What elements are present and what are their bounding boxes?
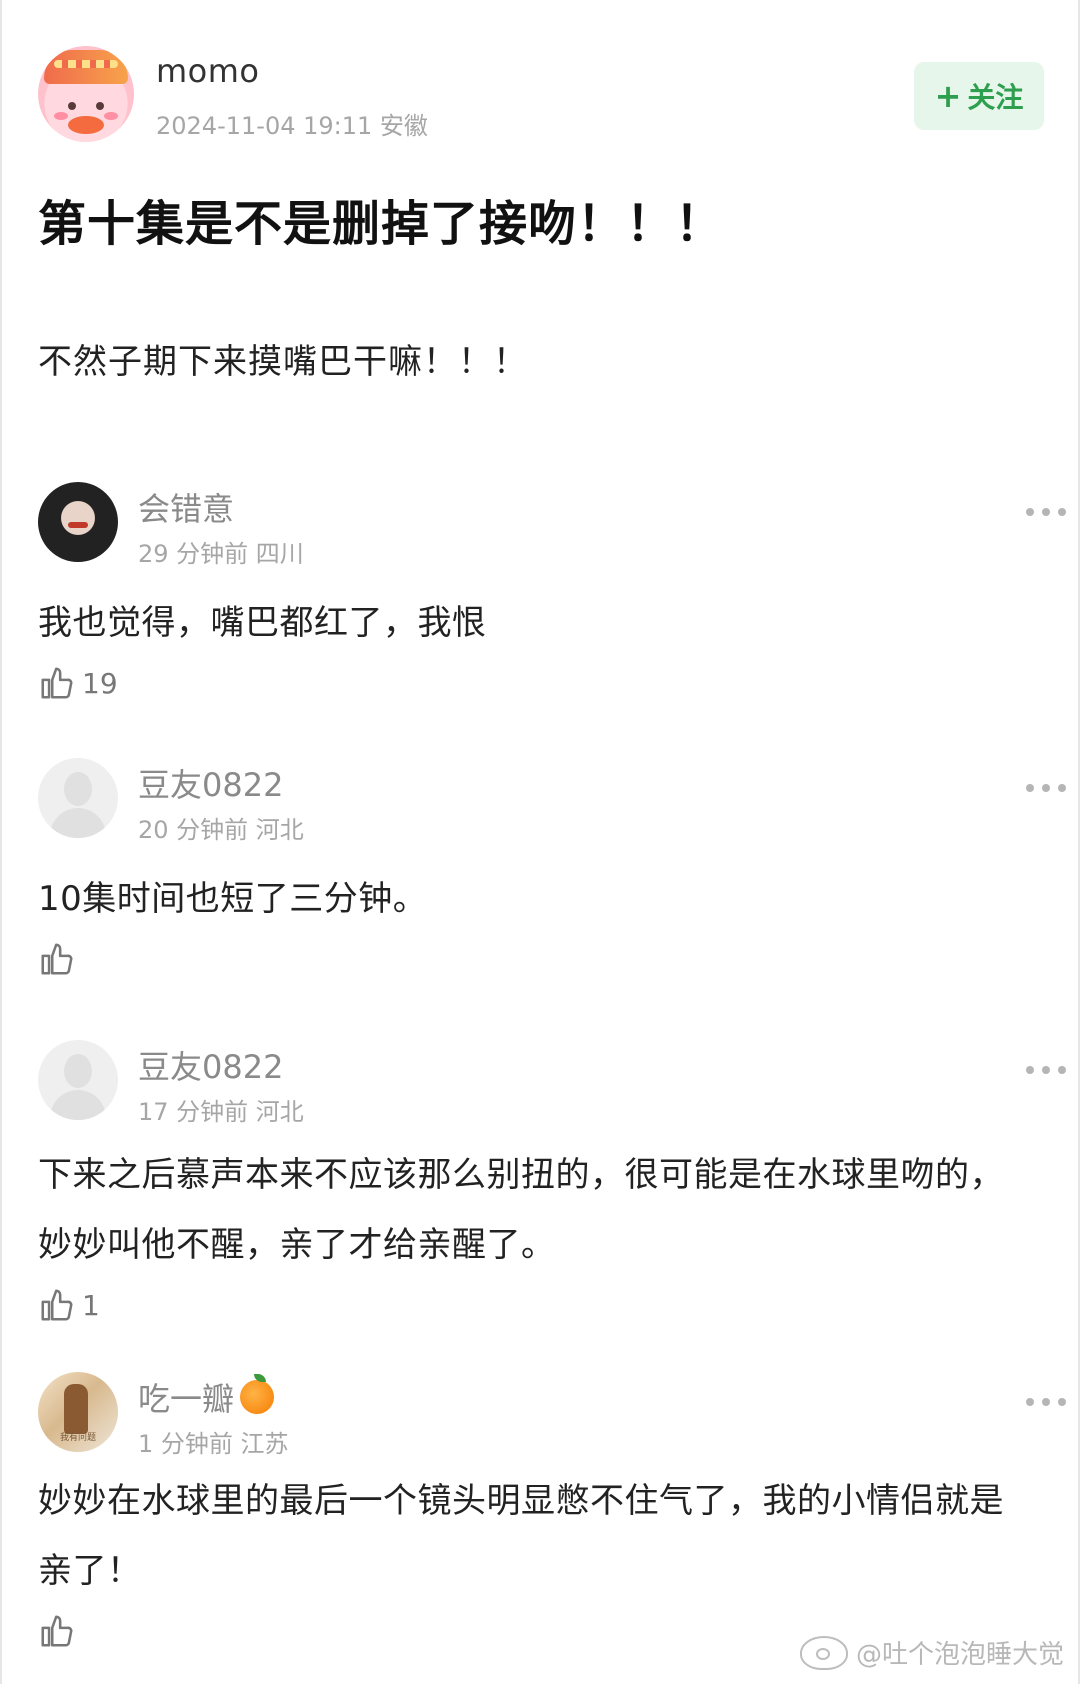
weibo-watermark: @吐个泡泡睡大觉	[800, 1634, 1064, 1671]
avatar-cheek	[104, 112, 118, 120]
avatar-cheek	[54, 112, 68, 120]
more-dots-icon[interactable]	[1026, 508, 1066, 518]
commenter-name[interactable]: 豆友0822	[138, 1042, 283, 1088]
commenter-avatar[interactable]	[38, 482, 118, 562]
like-button[interactable]: 1	[38, 1286, 100, 1324]
author-avatar[interactable]	[38, 46, 134, 142]
commenter-name[interactable]: 豆友0822	[138, 760, 283, 806]
comment-text: 我也觉得，嘴巴都红了，我恨	[38, 603, 487, 643]
weibo-icon	[800, 1635, 848, 1670]
like-count: 19	[82, 666, 118, 700]
avatar-caption: 我有问题	[60, 1433, 97, 1443]
like-button[interactable]	[38, 1612, 82, 1650]
comment-meta: 20 分钟前 河北	[138, 816, 304, 844]
like-count: 1	[82, 1288, 100, 1322]
avatar-figure	[64, 1384, 88, 1434]
post-meta: 2024-11-04 19:11 安徽	[156, 112, 428, 140]
orange-icon	[240, 1374, 275, 1414]
avatar-eye	[68, 102, 76, 110]
like-button[interactable]	[38, 940, 82, 978]
follow-label: 关注	[967, 81, 1024, 114]
comment-meta: 1 分钟前 江苏	[138, 1430, 289, 1458]
commenter-name[interactable]: 会错意	[138, 484, 234, 530]
plus-icon: +	[934, 77, 962, 115]
follow-button[interactable]: + 关注	[914, 62, 1044, 130]
thumbs-up-icon	[41, 943, 73, 975]
commenter-avatar[interactable]: 我有问题	[38, 1372, 118, 1452]
commenter-avatar[interactable]	[38, 1040, 118, 1120]
post-author-name[interactable]: momo	[156, 52, 260, 90]
comment-meta: 17 分钟前 河北	[138, 1098, 304, 1126]
post-title: 第十集是不是删掉了接吻！！！	[38, 196, 725, 252]
comment-text: 妙妙在水球里的最后一个镜头明显憋不住气了，我的小情侣就是亲了！	[38, 1481, 1004, 1591]
comment-text: 下来之后慕声本来不应该那么别扭的，很可能是在水球里吻的，妙妙叫他不醒，亲了才给亲…	[38, 1155, 1004, 1265]
thumbs-up-icon	[41, 667, 73, 699]
avatar-fish	[68, 116, 104, 134]
thumbs-up-icon	[41, 1615, 73, 1647]
avatar-eye	[96, 102, 104, 110]
watermark-text: @吐个泡泡睡大觉	[856, 1640, 1065, 1670]
commenter-avatar[interactable]	[38, 758, 118, 838]
comment-text: 10集时间也短了三分钟。	[38, 879, 428, 919]
comment-meta: 29 分钟前 四川	[138, 540, 304, 568]
more-dots-icon[interactable]	[1026, 1066, 1066, 1076]
more-dots-icon[interactable]	[1026, 1398, 1066, 1408]
post-body: 不然子期下来摸嘴巴干嘛！！！	[38, 342, 528, 382]
like-button[interactable]: 19	[38, 664, 118, 702]
thumbs-up-icon	[41, 1289, 73, 1321]
more-dots-icon[interactable]	[1026, 784, 1066, 794]
commenter-name[interactable]: 吃一瓣	[138, 1374, 275, 1420]
avatar-hat-decoration	[44, 50, 128, 84]
